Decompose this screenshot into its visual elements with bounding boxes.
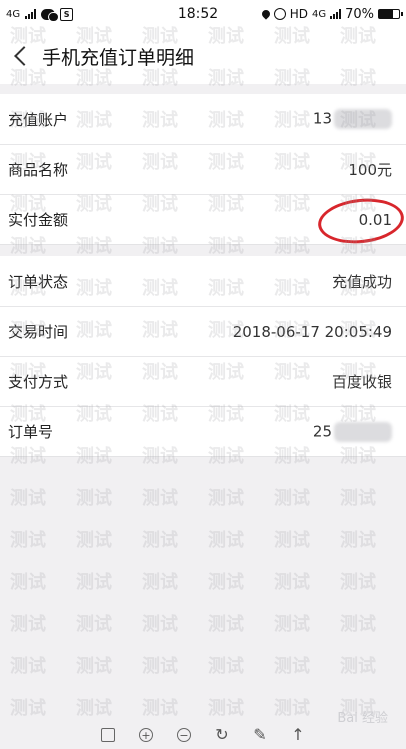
row-value: 100元 [348, 161, 392, 179]
account-number-partial: 13 [312, 109, 332, 128]
signal-icon [25, 9, 37, 19]
watermark-text: 测试 [10, 488, 46, 509]
edit-icon[interactable]: ✎ [253, 727, 267, 743]
row-label: 商品名称 [8, 161, 69, 179]
row-value: 13 [313, 109, 392, 129]
bottom-toolbar: + − ↻ ✎ ↑ [0, 727, 406, 749]
watermark-text: 测试 [208, 530, 244, 551]
signal-icon-right [330, 9, 342, 19]
watermark-text: 测试 [208, 488, 244, 509]
watermark-text: 测试 [208, 614, 244, 635]
rotate-icon[interactable]: ↻ [215, 727, 229, 743]
watermark-text: 测试 [274, 614, 310, 635]
watermark-text: 测试 [142, 530, 178, 551]
battery-icon [378, 9, 403, 19]
watermark-text: 测试 [10, 698, 46, 719]
network-type: 4G [6, 8, 21, 20]
row-label: 支付方式 [8, 373, 69, 391]
row-product-name: 商品名称 100元 [0, 144, 406, 194]
watermark-text: 测试 [340, 572, 376, 593]
chevron-left-icon [14, 46, 34, 66]
red-annotation-circle [315, 194, 406, 248]
status-right: HD 4G 70% [240, 6, 403, 22]
alarm-icon [273, 8, 286, 20]
watermark-text: 测试 [142, 614, 178, 635]
watermark-text: 测试 [340, 530, 376, 551]
title-bar: 手机充值订单明细 [0, 28, 406, 84]
hd-label: HD [289, 7, 308, 21]
watermark-text: 测试 [142, 488, 178, 509]
watermark-text: 测试 [76, 572, 112, 593]
watermark-text: 测试 [76, 698, 112, 719]
watermark-text: 测试 [142, 656, 178, 677]
watermark-text: 测试 [10, 614, 46, 635]
network-type-right: 4G [311, 8, 327, 20]
row-value: 2018-06-17 20:05:49 [232, 322, 392, 341]
watermark-text: 测试 [274, 488, 310, 509]
watermark-text: 测试 [274, 530, 310, 551]
battery-percent: 70% [345, 6, 374, 22]
share-icon[interactable]: ↑ [291, 727, 305, 743]
square-icon[interactable] [101, 728, 115, 742]
redacted-block [334, 109, 392, 129]
row-order-status: 订单状态 充值成功 [0, 256, 406, 306]
status-bar: 4G S 18:52 HD 4G 70% [0, 0, 406, 28]
watermark-text: 测试 [76, 614, 112, 635]
watermark-text: 测试 [340, 656, 376, 677]
status-left: 4G S [6, 7, 156, 22]
page-title: 手机充值订单明细 [42, 46, 195, 69]
row-recharge-account: 充值账户 13 [0, 94, 406, 144]
row-label: 订单状态 [8, 272, 69, 291]
watermark-text: 测试 [274, 572, 310, 593]
watermark-text: 测试 [10, 656, 46, 677]
watermark-text: 测试 [142, 572, 178, 593]
row-payment-method: 支付方式 百度收银 [0, 356, 406, 406]
back-button[interactable] [0, 28, 42, 84]
watermark-text: 测试 [340, 488, 376, 509]
row-label: 充值账户 [8, 110, 69, 129]
watermark-text: 测试 [208, 572, 244, 593]
order-detail-group: 订单状态 充值成功 交易时间 2018-06-17 20:05:49 支付方式 … [0, 256, 406, 456]
row-value: 充值成功 [331, 272, 392, 291]
app-s-icon: S [60, 7, 74, 21]
watermark-text: 测试 [76, 488, 112, 509]
watermark-text: 测试 [274, 656, 310, 677]
row-label: 实付金额 [8, 211, 69, 229]
redacted-block [334, 421, 392, 442]
order-number-partial: 25 [312, 422, 332, 440]
row-label: 交易时间 [8, 323, 69, 341]
row-label: 订单号 [8, 423, 54, 441]
watermark-text: 测试 [208, 656, 244, 677]
row-transaction-time: 交易时间 2018-06-17 20:05:49 [0, 306, 406, 356]
watermark-text: 测试 [10, 572, 46, 593]
brand-watermark: Bai 经验 [337, 711, 388, 726]
battery-fill [379, 10, 393, 18]
location-icon [260, 8, 272, 20]
watermark-text: 测试 [208, 698, 244, 719]
order-summary-group: 充值账户 13 商品名称 100元 实付金额 0.01 [0, 94, 406, 248]
wechat-icon [41, 8, 60, 22]
row-value: 25 [312, 421, 392, 442]
row-value: 百度收银 [331, 373, 392, 391]
clock: 18:52 [177, 6, 219, 22]
row-amount-paid: 实付金额 0.01 [0, 194, 406, 248]
watermark-text: 测试 [10, 530, 46, 551]
watermark-text: 测试 [76, 530, 112, 551]
watermark-text: 测试 [274, 698, 310, 719]
watermark-text: 测试 [340, 614, 376, 635]
watermark-text: 测试 [142, 698, 178, 719]
zoom-in-icon[interactable]: + [139, 728, 153, 742]
row-order-number: 订单号 25 [0, 406, 406, 456]
watermark-text: 测试 [76, 656, 112, 677]
zoom-out-icon[interactable]: − [177, 728, 191, 742]
